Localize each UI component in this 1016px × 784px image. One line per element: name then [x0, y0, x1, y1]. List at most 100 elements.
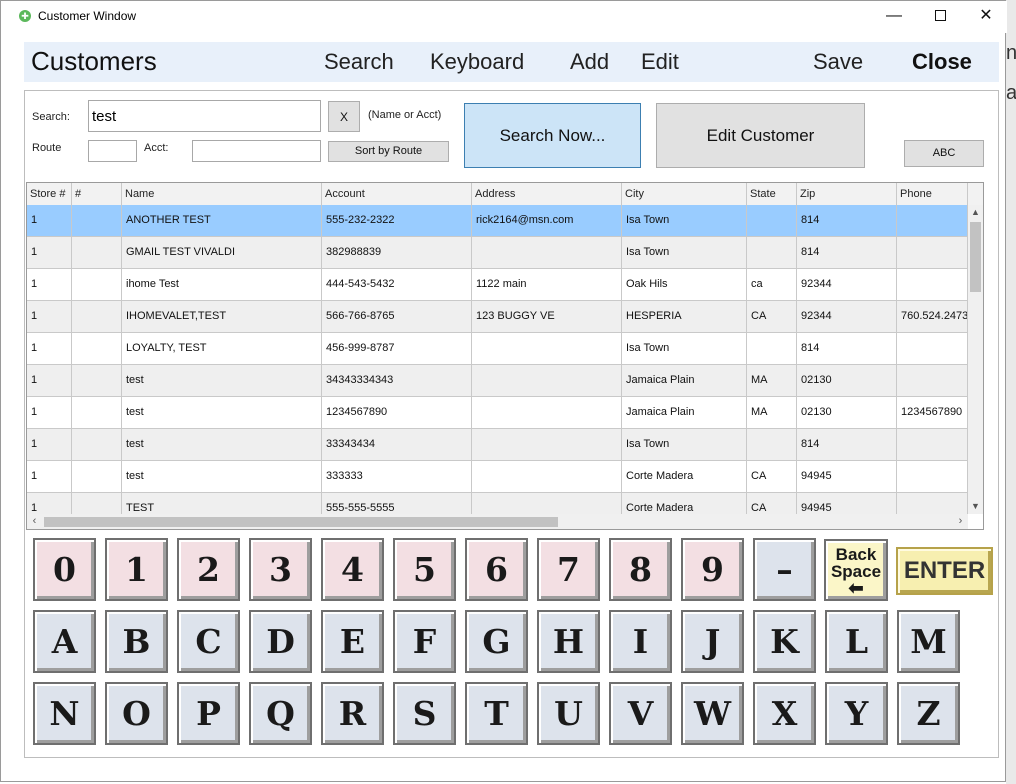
background-text: a — [1006, 82, 1016, 104]
key-c[interactable]: C — [177, 610, 240, 673]
cell-store: 1 — [27, 365, 72, 396]
key-t[interactable]: T — [465, 682, 528, 745]
key-4[interactable]: 4 — [321, 538, 384, 601]
enter-key[interactable]: ENTER — [896, 547, 993, 595]
acct-input[interactable] — [192, 140, 321, 162]
key-n[interactable]: N — [33, 682, 96, 745]
key-m[interactable]: M — [897, 610, 960, 673]
route-input[interactable] — [88, 140, 137, 162]
key-s[interactable]: S — [393, 682, 456, 745]
customer-grid: Store # # Name Account Address City State Zip Ph… — [26, 182, 984, 530]
table-row[interactable]: 1 test 333333 Corte Madera CA 94945 — [27, 461, 968, 493]
key-f[interactable]: F — [393, 610, 456, 673]
table-row[interactable]: 1 TEST 555-555-5555 Corte Madera CA 94945 — [27, 493, 968, 514]
key-y[interactable]: Y — [825, 682, 888, 745]
menu-keyboard[interactable]: Keyboard — [430, 49, 524, 75]
cell-state: CA — [747, 461, 797, 492]
table-row[interactable]: 1 LOYALTY, TEST 456-999-8787 Isa Town 814 — [27, 333, 968, 365]
key-1[interactable]: 1 — [105, 538, 168, 601]
key-j[interactable]: J — [681, 610, 744, 673]
table-row[interactable]: 1 test 1234567890 Jamaica Plain MA 02130 12345… — [27, 397, 968, 429]
clear-search-button[interactable]: X — [328, 101, 360, 132]
column-header-phone[interactable]: Phone — [897, 183, 968, 205]
key-w[interactable]: W — [681, 682, 744, 745]
column-header-account[interactable]: Account — [322, 183, 472, 205]
cell-zip: 92344 — [797, 269, 897, 300]
cell-state: ca — [747, 269, 797, 300]
key-7[interactable]: 7 — [537, 538, 600, 601]
table-row[interactable]: 1 IHOMEVALET,TEST 566-766-8765 123 BUGGY VE… — [27, 301, 968, 333]
menu-close[interactable]: Close — [912, 49, 972, 75]
menu-add[interactable]: Add — [570, 49, 609, 75]
table-row[interactable]: 1 GMAIL TEST VIVALDI 382988839 Isa Town 814 — [27, 237, 968, 269]
key-l[interactable]: L — [825, 610, 888, 673]
column-header-name[interactable]: Name — [122, 183, 322, 205]
cell-account: 382988839 — [322, 237, 472, 268]
key-8[interactable]: 8 — [609, 538, 672, 601]
key-a[interactable]: A — [33, 610, 96, 673]
table-row[interactable]: 1 test 33343434 Isa Town 814 — [27, 429, 968, 461]
abc-button[interactable]: ABC — [904, 140, 984, 167]
table-row[interactable]: 1 ANOTHER TEST 555-232-2322 rick2164@msn.co… — [27, 205, 968, 237]
key-o[interactable]: O — [105, 682, 168, 745]
key-d[interactable]: D — [249, 610, 312, 673]
horizontal-scrollbar[interactable]: ‹ › — [27, 514, 968, 529]
key-dash[interactable]: – — [753, 538, 816, 601]
cell-phone — [897, 461, 968, 492]
background-app: n a — [1006, 0, 1016, 784]
key-x[interactable]: X — [753, 682, 816, 745]
key-i[interactable]: I — [609, 610, 672, 673]
key-h[interactable]: H — [537, 610, 600, 673]
menu-save[interactable]: Save — [813, 49, 863, 75]
column-header-state[interactable]: State — [747, 183, 797, 205]
search-input[interactable]: test — [88, 100, 321, 132]
vertical-scroll-thumb[interactable] — [970, 222, 981, 292]
cell-name: ANOTHER TEST — [122, 205, 322, 236]
window-close-button[interactable]: ✕ — [963, 1, 1009, 31]
key-5[interactable]: 5 — [393, 538, 456, 601]
key-u[interactable]: U — [537, 682, 600, 745]
cell-city: Isa Town — [622, 333, 747, 364]
cell-zip: 02130 — [797, 397, 897, 428]
key-r[interactable]: R — [321, 682, 384, 745]
backspace-key[interactable]: Back Space ⬅ — [824, 539, 888, 601]
scroll-up-icon[interactable]: ▲ — [968, 205, 983, 220]
column-header-num[interactable]: # — [72, 183, 122, 205]
key-0[interactable]: 0 — [33, 538, 96, 601]
sort-by-route-button[interactable]: Sort by Route — [328, 141, 449, 162]
key-2[interactable]: 2 — [177, 538, 240, 601]
key-6[interactable]: 6 — [465, 538, 528, 601]
key-e[interactable]: E — [321, 610, 384, 673]
cell-address — [472, 461, 622, 492]
key-b[interactable]: B — [105, 610, 168, 673]
scroll-right-icon[interactable]: › — [953, 514, 968, 529]
key-9[interactable]: 9 — [681, 538, 744, 601]
key-3[interactable]: 3 — [249, 538, 312, 601]
key-k[interactable]: K — [753, 610, 816, 673]
scroll-left-icon[interactable]: ‹ — [27, 514, 42, 529]
menu-search[interactable]: Search — [324, 49, 394, 75]
key-z[interactable]: Z — [897, 682, 960, 745]
maximize-button[interactable] — [917, 1, 963, 31]
key-q[interactable]: Q — [249, 682, 312, 745]
vertical-scrollbar[interactable]: ▲ ▼ — [968, 205, 983, 514]
key-v[interactable]: V — [609, 682, 672, 745]
edit-customer-button[interactable]: Edit Customer — [656, 103, 865, 168]
minimize-button[interactable]: — — [871, 1, 917, 31]
menu-edit[interactable]: Edit — [641, 49, 679, 75]
cell-store: 1 — [27, 269, 72, 300]
column-header-zip[interactable]: Zip — [797, 183, 897, 205]
scroll-down-icon[interactable]: ▼ — [968, 499, 983, 514]
cell-store: 1 — [27, 493, 72, 514]
table-row[interactable]: 1 ihome Test 444-543-5432 1122 main Oak Hils… — [27, 269, 968, 301]
column-header-store[interactable]: Store # — [27, 183, 72, 205]
cell-address — [472, 333, 622, 364]
key-g[interactable]: G — [465, 610, 528, 673]
search-now-button[interactable]: Search Now... — [464, 103, 641, 168]
key-p[interactable]: P — [177, 682, 240, 745]
column-header-address[interactable]: Address — [472, 183, 622, 205]
table-row[interactable]: 1 test 34343334343 Jamaica Plain MA 02130 — [27, 365, 968, 397]
column-header-city[interactable]: City — [622, 183, 747, 205]
horizontal-scroll-thumb[interactable] — [44, 517, 558, 527]
cell-name: test — [122, 429, 322, 460]
